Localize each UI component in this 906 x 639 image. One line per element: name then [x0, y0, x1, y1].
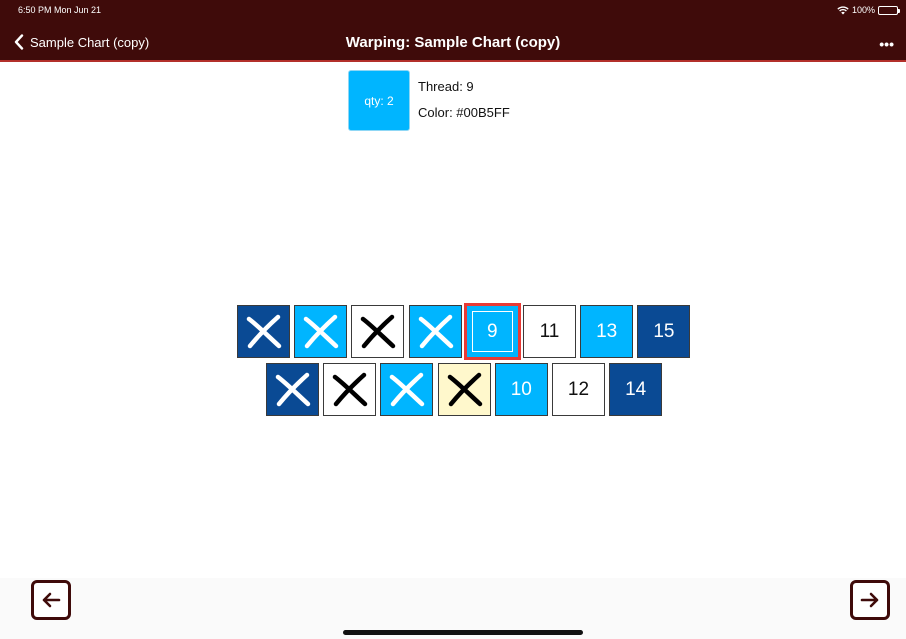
- thread-cell[interactable]: 13: [580, 305, 634, 358]
- previous-button[interactable]: [31, 580, 71, 620]
- current-color-swatch: qty: 2: [348, 70, 410, 131]
- thread-number: 15: [653, 320, 675, 342]
- thread-cell[interactable]: 10: [494, 363, 548, 416]
- thread-cell[interactable]: 11: [523, 305, 576, 358]
- thread-number: 10: [510, 378, 532, 400]
- next-button[interactable]: [850, 580, 890, 620]
- cross-mark-icon: [390, 372, 425, 407]
- thread-number: 12: [567, 378, 590, 400]
- cross-mark-icon: [332, 372, 368, 407]
- thread-cell-crossed[interactable]: [437, 363, 491, 416]
- thread-cell[interactable]: 12: [552, 363, 605, 416]
- thread-cell-crossed[interactable]: [351, 305, 405, 358]
- thread-cell-crossed[interactable]: [266, 363, 319, 416]
- home-indicator: [343, 630, 583, 635]
- more-menu-button[interactable]: •••: [879, 36, 894, 52]
- cross-mark-icon: [275, 372, 311, 407]
- cross-mark-icon: [361, 314, 396, 349]
- thread-cell-crossed[interactable]: [237, 305, 290, 358]
- thread-cell[interactable]: 15: [637, 305, 691, 358]
- thread-cell[interactable]: 9: [463, 303, 521, 360]
- thread-number: 11: [539, 320, 560, 342]
- thread-cell-crossed[interactable]: [408, 305, 462, 358]
- quantity-label: qty: 2: [364, 93, 394, 108]
- battery-icon: [878, 5, 900, 15]
- navigation-bar: 6:50 PM Mon Jun 21 100% Sample Chart (co…: [0, 0, 906, 62]
- cross-mark-icon: [303, 314, 339, 349]
- thread-cell-crossed[interactable]: [323, 363, 377, 416]
- selection-outline: [471, 311, 513, 352]
- thread-cell-crossed[interactable]: [380, 363, 434, 416]
- wifi-icon: [837, 5, 849, 14]
- thread-number-label: Thread: 9: [418, 79, 474, 94]
- cross-mark-icon: [246, 314, 282, 349]
- arrow-left-icon: [42, 592, 61, 608]
- battery-percent: 100%: [851, 5, 875, 15]
- cross-mark-icon: [418, 314, 453, 349]
- arrow-right-icon: [860, 592, 879, 608]
- status-time: 6:50 PM Mon Jun 21: [18, 5, 102, 15]
- status-indicators: 100%: [837, 5, 900, 15]
- thread-color-label: Color: #00B5FF: [418, 105, 510, 120]
- thread-number: 13: [596, 320, 618, 342]
- thread-cell-crossed[interactable]: [294, 305, 348, 358]
- page-title: Warping: Sample Chart (copy): [345, 34, 561, 51]
- thread-number: 14: [625, 378, 647, 400]
- thread-cell[interactable]: 14: [609, 363, 663, 416]
- cross-mark-icon: [447, 372, 482, 407]
